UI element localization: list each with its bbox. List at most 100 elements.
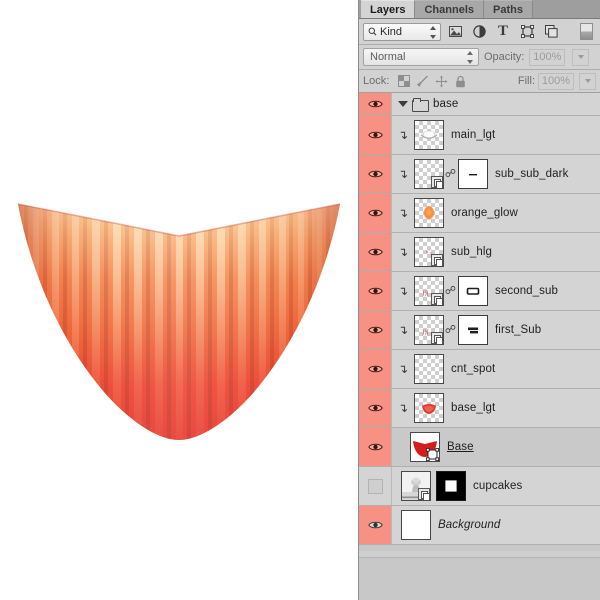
layer-name[interactable]: sub_sub_dark [495, 168, 568, 180]
clipping-mask-arrow-icon: ↴ [397, 128, 409, 142]
layer-row-base-group[interactable]: base [359, 93, 600, 116]
layers-panel: Layers Channels Paths Kind T Normal Opac… [358, 0, 600, 600]
document-canvas[interactable] [0, 0, 358, 600]
eye-icon [367, 131, 383, 139]
opacity-input[interactable]: 100% [529, 48, 566, 66]
layer-row-second-sub[interactable]: ↴ ))( ☍ second_sub [359, 272, 600, 311]
mask-link-icon[interactable]: ☍ [444, 285, 457, 297]
layer-thumbnail[interactable] [414, 120, 444, 150]
panel-footer [359, 557, 600, 600]
layer-name[interactable]: base_lgt [451, 402, 495, 414]
filter-kind-select[interactable]: Kind [363, 22, 441, 41]
fill-label: Fill: [517, 75, 535, 87]
folder-icon [412, 98, 429, 112]
layer-mask-thumbnail[interactable] [436, 471, 466, 501]
layer-name[interactable]: cnt_spot [451, 363, 495, 375]
visibility-toggle[interactable] [359, 233, 392, 271]
layer-name[interactable]: Background [438, 519, 500, 531]
visibility-toggle[interactable] [359, 467, 392, 505]
filter-kind-stepper[interactable] [429, 25, 436, 39]
tab-paths[interactable]: Paths [484, 0, 533, 18]
blend-mode-select[interactable]: Normal [363, 48, 479, 66]
clipping-mask-arrow-icon: ↴ [397, 401, 409, 415]
type-layer-filter-icon[interactable]: T [493, 23, 513, 41]
lock-position-icon[interactable] [435, 75, 448, 88]
layer-name[interactable]: main_lgt [451, 129, 495, 141]
layer-row-cupcakes[interactable]: cupcakes [359, 467, 600, 506]
layer-effects-badge-icon [431, 293, 443, 305]
layer-row-cnt-spot[interactable]: ↴ cnt_spot [359, 350, 600, 389]
mask-link-icon[interactable]: ☍ [444, 168, 457, 180]
layer-row-sub-sub-dark[interactable]: ↴ ☍ sub_sub_dark [359, 155, 600, 194]
clipping-mask-arrow-icon: ↴ [397, 245, 409, 259]
eye-icon [367, 170, 383, 178]
layer-name[interactable]: Base [447, 441, 474, 453]
eye-icon [367, 100, 383, 108]
layer-effects-badge-icon [418, 488, 430, 500]
layer-row-base-shape[interactable]: Base [359, 428, 600, 467]
layer-mask-thumbnail[interactable] [458, 315, 488, 345]
visibility-toggle[interactable] [359, 311, 392, 349]
layer-thumbnail[interactable] [410, 432, 440, 462]
visibility-toggle[interactable] [359, 389, 392, 427]
layer-list[interactable]: base ↴ main_lgt ↴ ☍ sub_sub_dark ↴ orang… [359, 93, 600, 551]
layer-thumbnail[interactable] [414, 393, 444, 423]
layer-name[interactable]: first_Sub [495, 324, 541, 336]
smart-object-filter-icon[interactable] [541, 23, 561, 41]
layer-row-base-lgt[interactable]: ↴ base_lgt [359, 389, 600, 428]
visibility-toggle[interactable] [359, 506, 392, 544]
lock-image-pixels-icon[interactable] [416, 75, 429, 88]
layer-thumbnail[interactable] [401, 471, 431, 501]
layer-row-main-lgt[interactable]: ↴ main_lgt [359, 116, 600, 155]
layer-thumbnail[interactable] [414, 237, 444, 267]
layer-row-first-sub[interactable]: ↴ ))( ☍ first_Sub [359, 311, 600, 350]
lock-transparent-pixels-icon[interactable] [397, 75, 410, 88]
visibility-toggle[interactable] [359, 428, 392, 466]
clipping-mask-arrow-icon: ↴ [397, 362, 409, 376]
adjustment-layer-filter-icon[interactable] [469, 23, 489, 41]
fill-slider-button[interactable] [579, 72, 596, 90]
layer-name[interactable]: orange_glow [451, 207, 518, 219]
svg-text:))(: ))( [422, 289, 430, 297]
layer-thumbnail[interactable] [414, 159, 444, 189]
layer-thumbnail[interactable] [414, 198, 444, 228]
layer-effects-badge-icon [431, 176, 443, 188]
clipping-mask-arrow-icon: ↴ [397, 323, 409, 337]
visibility-toggle[interactable] [359, 194, 392, 232]
visibility-toggle[interactable] [359, 272, 392, 310]
layer-thumbnail[interactable] [401, 510, 431, 540]
clipping-mask-arrow-icon: ↴ [397, 167, 409, 181]
layer-name[interactable]: sub_hlg [451, 246, 492, 258]
layer-mask-thumbnail[interactable] [458, 159, 488, 189]
lock-all-icon[interactable] [454, 75, 467, 88]
blend-mode-stepper[interactable] [466, 51, 473, 64]
tab-layers[interactable]: Layers [361, 0, 416, 18]
layer-row-orange-glow[interactable]: ↴ orange_glow [359, 194, 600, 233]
clipping-mask-arrow-icon: ↴ [397, 206, 409, 220]
filter-enable-toggle[interactable] [580, 23, 593, 40]
visibility-toggle[interactable] [359, 93, 392, 115]
opacity-slider-button[interactable] [572, 48, 590, 66]
eye-icon [367, 209, 383, 217]
layer-mask-thumbnail[interactable] [458, 276, 488, 306]
visibility-toggle[interactable] [359, 155, 392, 193]
tab-channels[interactable]: Channels [415, 0, 484, 18]
layer-effects-badge-icon [431, 332, 443, 344]
fill-input[interactable]: 100% [538, 72, 574, 90]
lock-row: Lock: Fill: 100% [359, 70, 600, 93]
mask-link-icon[interactable]: ☍ [444, 324, 457, 336]
group-expand-chevron-down-icon[interactable] [398, 101, 408, 107]
layer-thumbnail[interactable] [414, 354, 444, 384]
shape-layer-filter-icon[interactable] [517, 23, 537, 41]
layer-row-sub-hlg[interactable]: ↴ sub_hlg [359, 233, 600, 272]
layer-thumbnail[interactable]: ))( [414, 315, 444, 345]
visibility-toggle[interactable] [359, 116, 392, 154]
clipping-mask-arrow-icon: ↴ [397, 284, 409, 298]
layer-row-background[interactable]: Background [359, 506, 600, 545]
pixel-layer-filter-icon[interactable] [445, 23, 465, 41]
layer-name[interactable]: second_sub [495, 285, 558, 297]
visibility-toggle[interactable] [359, 350, 392, 388]
layer-name[interactable]: base [433, 98, 458, 110]
layer-name[interactable]: cupcakes [473, 480, 522, 492]
layer-thumbnail[interactable]: ))( [414, 276, 444, 306]
